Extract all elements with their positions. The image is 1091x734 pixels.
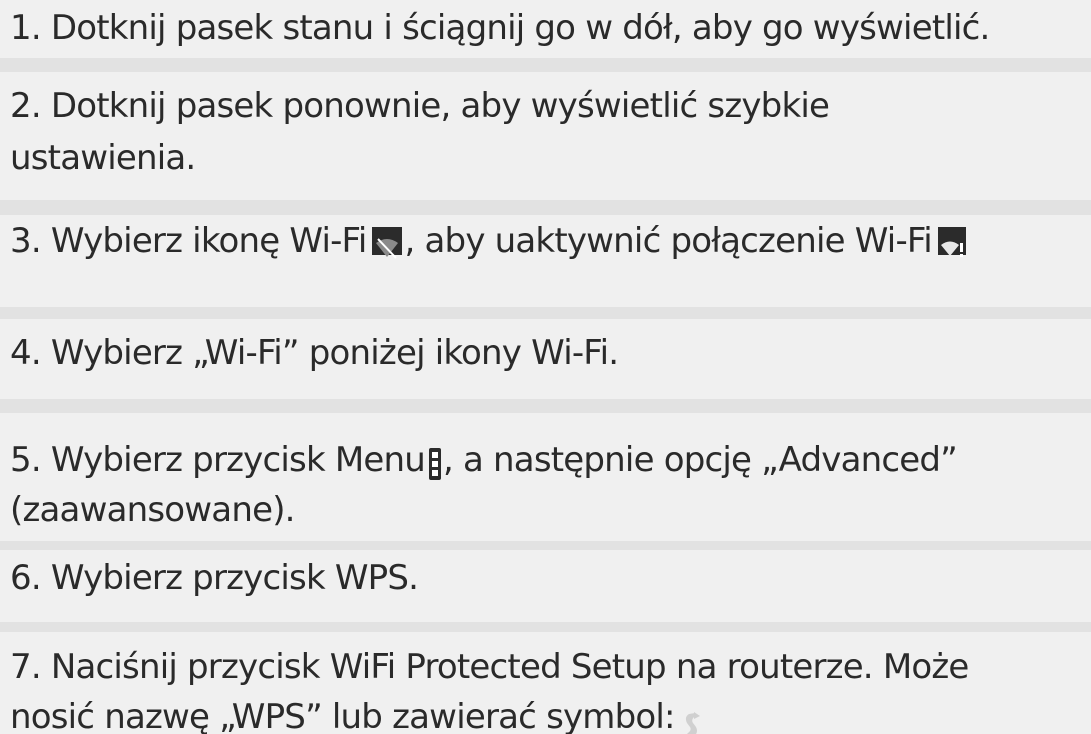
wifi-off-icon — [372, 226, 403, 259]
step-7: 7. Naciśnij przycisk WiFi Protected Setu… — [0, 632, 1091, 734]
step-2: 2. Dotknij pasek ponownie, aby wyświetli… — [0, 72, 1091, 200]
step-3-line: 3. Wybierz ikonę Wi-Fi , aby uaktywnić po… — [10, 217, 1091, 265]
step-5-line-2: (zaawansowane). — [10, 490, 295, 530]
step-2-text-line-2: ustawienia. — [10, 138, 196, 178]
step-1: 1. Dotknij pasek stanu i ściągnij go w d… — [0, 0, 1091, 58]
step-3-text-start: 3. Wybierz ikonę Wi-Fi — [10, 221, 367, 261]
step-7-text: nosić nazwę „WPS” lub zawierać symbol: — [10, 697, 676, 734]
step-3-text-end: , aby uaktywnić połączenie Wi-Fi — [404, 221, 932, 261]
step-5-line-1: 5. Wybierz przycisk Menu , a następnie op… — [10, 435, 1091, 485]
step-6-text: 6. Wybierz przycisk WPS. — [10, 558, 419, 598]
step-1-text: 1. Dotknij pasek stanu i ściągnij go w d… — [10, 8, 990, 48]
step-2-text-line-1: 2. Dotknij pasek ponownie, aby wyświetli… — [10, 86, 830, 126]
step-5: 5. Wybierz przycisk Menu , a następnie op… — [0, 413, 1091, 541]
step-6: 6. Wybierz przycisk WPS. — [0, 550, 1091, 622]
step-5-text-start: 5. Wybierz przycisk Menu — [10, 440, 426, 480]
instruction-list: 1. Dotknij pasek stanu i ściągnij go w d… — [0, 0, 1091, 734]
wifi-on-icon — [937, 226, 966, 257]
menu-icon — [429, 444, 441, 480]
step-4: 4. Wybierz „Wi-Fi” poniżej ikony Wi-Fi. — [0, 319, 1091, 399]
wps-symbol-icon — [681, 703, 705, 734]
step-7-line-2: nosić nazwę „WPS” lub zawierać symbol: — [10, 692, 1091, 734]
step-4-text: 4. Wybierz „Wi-Fi” poniżej ikony Wi-Fi. — [10, 333, 619, 373]
step-7-line-1: 7. Naciśnij przycisk WiFi Protected Setu… — [10, 647, 969, 687]
step-5-text-end: , a następnie opcję „Advanced” — [443, 440, 958, 480]
step-3: 3. Wybierz ikonę Wi-Fi , aby uaktywnić po… — [0, 215, 1091, 307]
